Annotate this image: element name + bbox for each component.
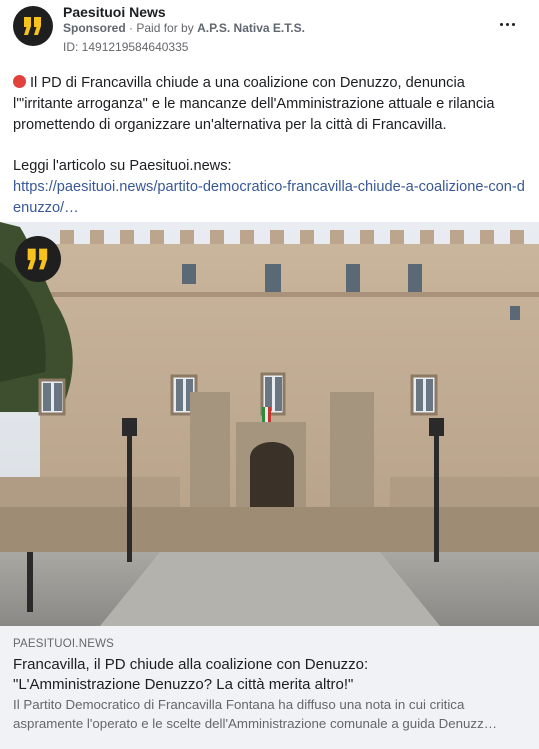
read-label: Leggi l'articolo su Paesituoi.news:	[13, 158, 232, 174]
link-domain: PAESITUOI.NEWS	[13, 638, 114, 650]
page-name[interactable]: Paesituoi News	[63, 4, 166, 20]
dot-separator: ·	[129, 21, 134, 35]
quote-logo-icon	[24, 17, 41, 35]
sponsored-label[interactable]: Sponsored	[63, 21, 126, 35]
page-avatar[interactable]	[13, 6, 53, 46]
description-line-2: aspramente l'operato e le scelte dell'Am…	[13, 716, 498, 731]
headline-line-1: Francavilla, il PD chiude alla coalizion…	[13, 656, 369, 673]
post-text-content: Il PD di Francavilla chiude a una coaliz…	[13, 75, 495, 133]
link-preview-card[interactable]: PAESITUOI.NEWS Francavilla, il PD chiude…	[0, 626, 539, 749]
more-options-icon[interactable]	[496, 16, 520, 32]
link-description: Il Partito Democratico di Francavilla Fo…	[13, 695, 528, 733]
article-link[interactable]: https://paesituoi.news/partito-democrati…	[13, 177, 528, 219]
paid-prefix: Paid for by	[136, 21, 194, 35]
post-image[interactable]	[0, 222, 539, 626]
post-header: Paesituoi News Sponsored · Paid for by A…	[0, 0, 539, 62]
ad-id: ID: 1491219584640335	[63, 40, 189, 54]
sponsored-line: Sponsored · Paid for by A.P.S. Nativa E.…	[63, 21, 305, 35]
post-body: Il PD di Francavilla chiude a una coaliz…	[13, 73, 528, 219]
description-line-1: Il Partito Democratico di Francavilla Fo…	[13, 697, 465, 712]
overlay-logo	[15, 236, 61, 282]
payer-name[interactable]: A.P.S. Nativa E.T.S.	[197, 21, 305, 35]
link-headline[interactable]: Francavilla, il PD chiude alla coalizion…	[13, 655, 528, 695]
castle-photo	[0, 222, 539, 626]
red-circle-icon	[13, 75, 26, 88]
headline-line-2: "L'Amministrazione Denuzzo? La città mer…	[13, 676, 354, 693]
post-text-main: Il PD di Francavilla chiude a una coaliz…	[13, 73, 528, 136]
quote-logo-icon	[27, 248, 48, 270]
